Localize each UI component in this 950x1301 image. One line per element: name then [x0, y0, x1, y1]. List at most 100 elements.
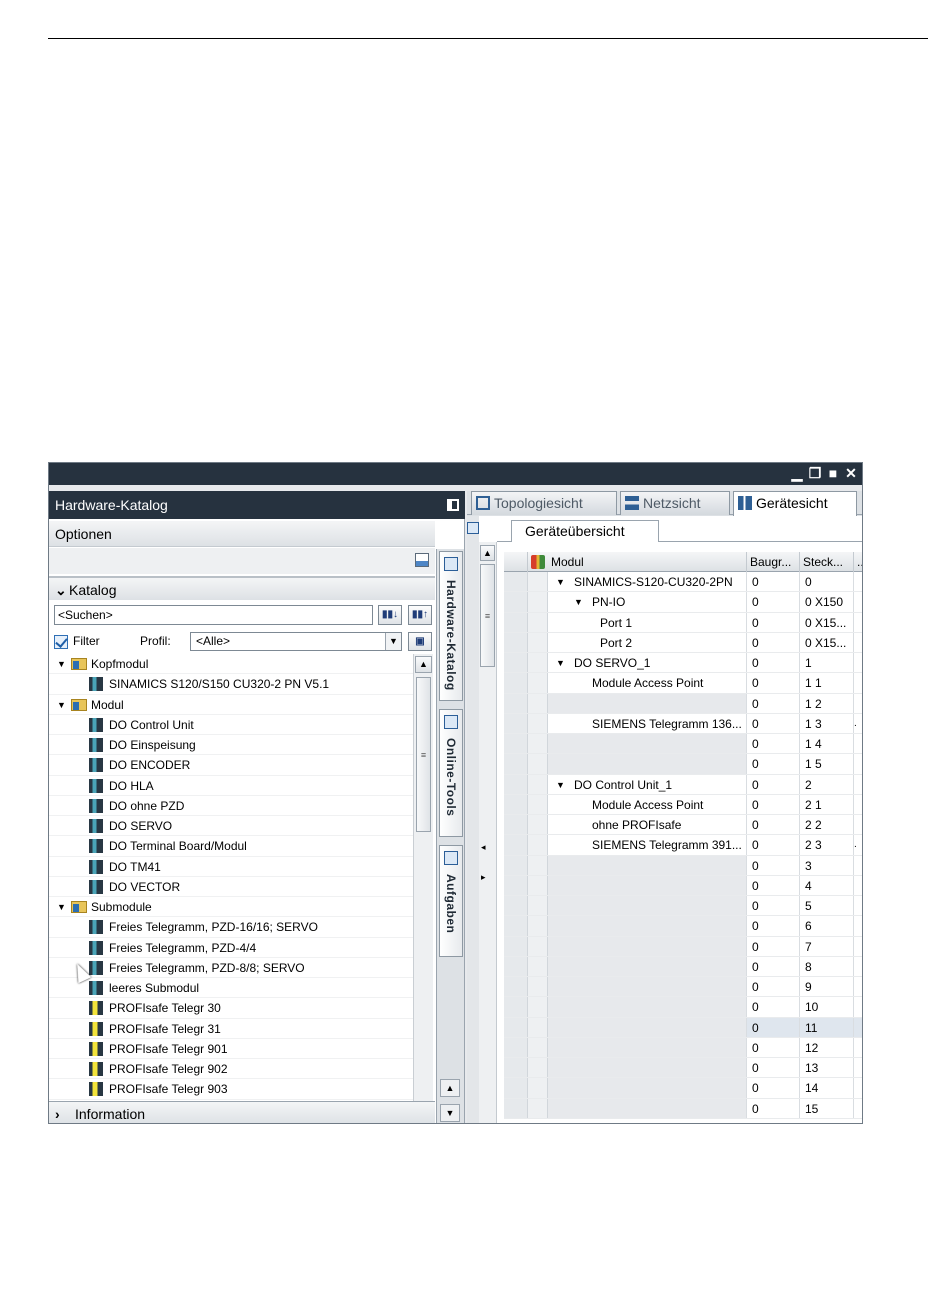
table-row[interactable]: ▼ DO Control Unit_1 0 2: [504, 774, 862, 795]
table-row[interactable]: 04: [504, 875, 862, 896]
module-cell[interactable]: [548, 896, 747, 916]
module-cell[interactable]: [548, 916, 747, 936]
row-header-cell[interactable]: [504, 997, 528, 1017]
table-row[interactable]: ▼ SINAMICS-S120-CU320-2PN 0 0: [504, 572, 862, 593]
column-header-slot[interactable]: Steck...: [800, 552, 854, 572]
expand-triangle-icon[interactable]: ▼: [57, 695, 67, 715]
filter-checkbox[interactable]: [54, 634, 68, 649]
information-section-header[interactable]: › Information: [49, 1101, 435, 1123]
expand-triangle-icon[interactable]: ▼: [57, 897, 67, 917]
table-row[interactable]: 01 2: [504, 693, 862, 714]
restore-icon[interactable]: ❐: [808, 465, 822, 481]
row-header-cell[interactable]: [504, 875, 528, 895]
table-row[interactable]: 05: [504, 896, 862, 917]
side-scroll-up-icon[interactable]: ▲: [440, 1079, 460, 1097]
tree-item[interactable]: ▼ Submodule: [49, 897, 413, 918]
row-header-cell[interactable]: [504, 612, 528, 632]
table-row[interactable]: Module Access Point 0 2 1: [504, 794, 862, 815]
search-up-button[interactable]: ▮▮↑: [408, 605, 432, 625]
profile-edit-button[interactable]: ▣: [408, 632, 432, 651]
module-cell[interactable]: SIEMENS Telegramm 391...: [548, 835, 747, 855]
module-cell[interactable]: ▼ SINAMICS-S120-CU320-2PN: [548, 572, 747, 592]
table-row[interactable]: 0 13: [504, 1058, 862, 1079]
module-cell[interactable]: [548, 1078, 747, 1098]
tab-geraetesicht[interactable]: Gerätesicht: [733, 491, 857, 516]
tree-item[interactable]: DO Control Unit: [49, 715, 413, 735]
row-header-cell[interactable]: [504, 632, 528, 652]
table-row[interactable]: Module Access Point 0 1 1: [504, 673, 862, 694]
row-header-cell[interactable]: [504, 855, 528, 875]
row-header-cell[interactable]: [504, 572, 528, 592]
tree-item[interactable]: SINAMICS S120/S150 CU320-2 PN V5.1: [49, 674, 413, 695]
expand-triangle-icon[interactable]: ▼: [556, 775, 565, 794]
row-header-cell[interactable]: [504, 1017, 528, 1037]
table-row[interactable]: 0 11: [504, 1017, 862, 1038]
tab-aufgaben[interactable]: Aufgaben: [439, 845, 463, 957]
table-row[interactable]: 07: [504, 936, 862, 957]
tree-item[interactable]: DO ENCODER: [49, 755, 413, 776]
module-cell[interactable]: Port 1: [548, 612, 747, 632]
row-header-cell[interactable]: [504, 592, 528, 612]
row-header-cell[interactable]: [504, 916, 528, 936]
tab-geraeteuebersicht[interactable]: Geräteübersicht: [511, 520, 659, 542]
module-cell[interactable]: [548, 855, 747, 875]
column-header-rack[interactable]: Baugr...: [747, 552, 800, 572]
module-cell[interactable]: ohne PROFIsafe: [548, 815, 747, 835]
row-header-cell[interactable]: [504, 1098, 528, 1118]
tree-item[interactable]: DO HLA: [49, 776, 413, 796]
table-row[interactable]: 09: [504, 977, 862, 998]
module-cell[interactable]: Port 2: [548, 632, 747, 652]
expand-triangle-icon[interactable]: ▼: [556, 653, 565, 672]
options-view-icon[interactable]: [415, 553, 429, 567]
tree-item[interactable]: PROFIsafe Telegr 902: [49, 1059, 413, 1080]
column-header-module[interactable]: Modul: [548, 552, 747, 572]
table-row[interactable]: SIEMENS Telegramm 136... 0 1 3.: [504, 713, 862, 734]
row-header-cell[interactable]: [504, 1058, 528, 1078]
tree-item[interactable]: PROFIsafe Telegr 903: [49, 1079, 413, 1100]
tree-item[interactable]: DO TM41: [49, 857, 413, 877]
catalog-section-header[interactable]: ⌄ Katalog: [49, 576, 435, 600]
tree-item[interactable]: DO ohne PZD: [49, 796, 413, 816]
column-header-extra[interactable]: ..: [854, 552, 862, 572]
module-cell[interactable]: [548, 875, 747, 895]
table-row[interactable]: 01 4: [504, 734, 862, 755]
tree-item[interactable]: Freies Telegramm, PZD-4/4: [49, 938, 413, 958]
row-header-cell[interactable]: [504, 815, 528, 835]
tab-netzsicht[interactable]: Netzsicht: [620, 491, 730, 515]
row-header-cell[interactable]: [504, 896, 528, 916]
module-cell[interactable]: SIEMENS Telegramm 136...: [548, 713, 747, 733]
side-scroll-down-icon[interactable]: ▼: [440, 1104, 460, 1122]
table-row[interactable]: ohne PROFIsafe 0 2 2: [504, 815, 862, 836]
module-cell[interactable]: [548, 1058, 747, 1078]
row-header-cell[interactable]: [504, 977, 528, 997]
module-cell[interactable]: [548, 693, 747, 713]
tree-item[interactable]: PROFIsafe Telegr 31: [49, 1019, 413, 1039]
module-cell[interactable]: ▼ PN-IO: [548, 592, 747, 612]
tree-item[interactable]: ▼ Kopfmodul: [49, 654, 413, 675]
tab-topologiesicht[interactable]: Topologiesicht: [471, 491, 617, 515]
row-header-cell[interactable]: [504, 774, 528, 794]
expand-triangle-icon[interactable]: ▼: [556, 572, 565, 591]
table-row[interactable]: ▼ PN-IO 0 0 X150: [504, 592, 862, 613]
module-cell[interactable]: ▼ DO SERVO_1: [548, 653, 747, 673]
row-header-cell[interactable]: [504, 713, 528, 733]
scroll-up-icon[interactable]: ▲: [480, 545, 495, 561]
row-header-cell[interactable]: [504, 693, 528, 713]
table-row[interactable]: 06: [504, 916, 862, 937]
module-cell[interactable]: ▼ DO Control Unit_1: [548, 774, 747, 794]
splitter-left-icon[interactable]: ◂: [481, 842, 486, 853]
module-cell[interactable]: [548, 1037, 747, 1057]
table-row[interactable]: 08: [504, 956, 862, 977]
table-row[interactable]: 01 5: [504, 754, 862, 775]
tree-item[interactable]: DO SERVO: [49, 816, 413, 837]
module-cell[interactable]: [548, 936, 747, 956]
dropdown-arrow-icon[interactable]: ▼: [385, 633, 401, 650]
row-header-cell[interactable]: [504, 936, 528, 956]
tab-hardware-katalog[interactable]: Hardware-Katalog: [439, 551, 463, 701]
maximize-icon[interactable]: ■: [826, 465, 840, 481]
row-header-cell[interactable]: [504, 835, 528, 855]
options-section-header[interactable]: Optionen: [49, 521, 435, 547]
module-cell[interactable]: [548, 734, 747, 754]
table-row[interactable]: Port 1 00 X15...: [504, 612, 862, 633]
module-cell[interactable]: Module Access Point: [548, 673, 747, 693]
